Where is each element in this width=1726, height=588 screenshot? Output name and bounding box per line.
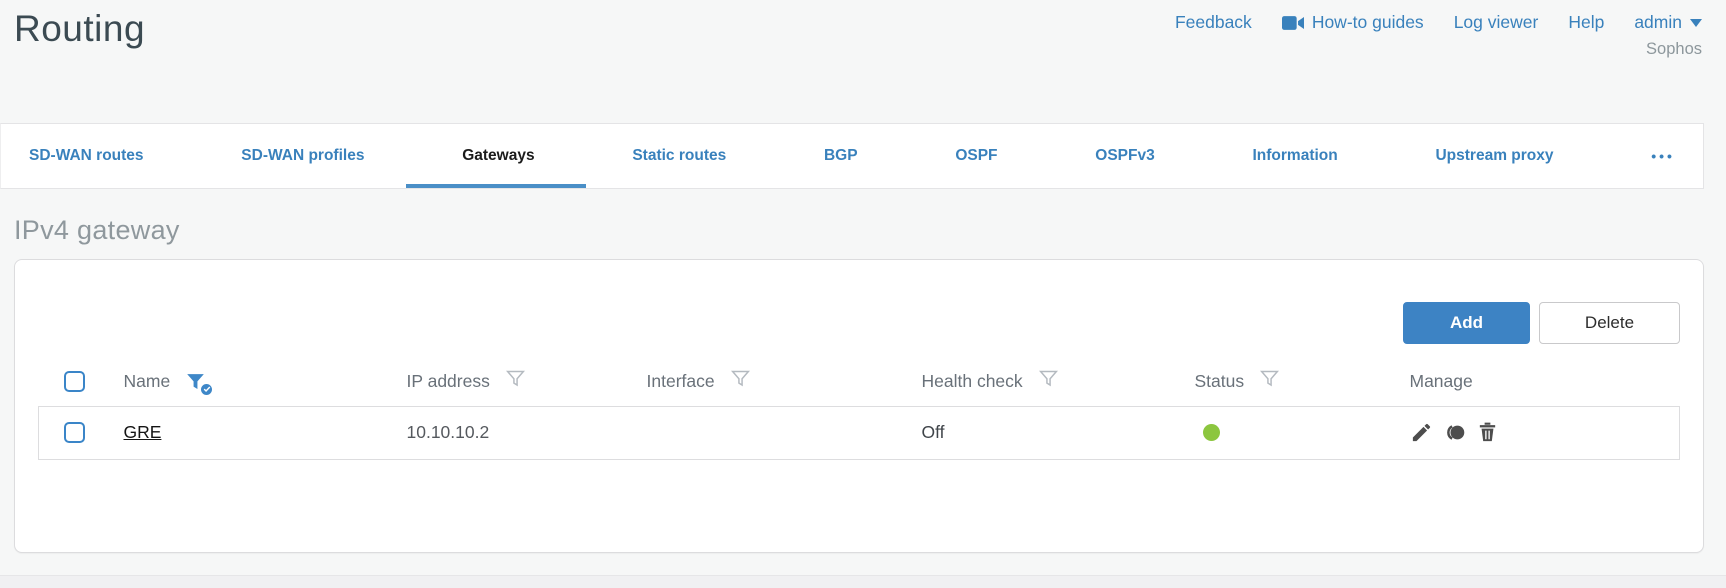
filter-check-badge [200,382,214,396]
how-to-guides-label: How-to guides [1311,12,1424,32]
gateway-ip-address: 10.10.10.2 [406,406,647,459]
brand-label: Sophos [1646,40,1702,58]
tab-sd-wan-routes[interactable]: SD-WAN routes [15,124,158,188]
manage-actions [1410,421,1680,444]
tab-information[interactable]: Information [1238,124,1351,188]
log-viewer-label: Log viewer [1453,12,1539,32]
admin-menu[interactable]: admin [1634,12,1702,33]
gateway-table: Name IP address Interface Health check S… [38,357,1680,460]
tab-upstream-proxy[interactable]: Upstream proxy [1421,124,1567,188]
toolbar: Add Delete [38,302,1680,344]
tab-overflow-menu[interactable]: ••• [1637,124,1689,188]
header-right: Feedback How-to guides Log viewer Help a… [1175,6,1702,123]
filter-icon-name-active[interactable] [185,371,214,396]
status-up-indicator [1202,424,1220,441]
clone-icon[interactable] [1442,421,1467,444]
tab-sd-wan-profiles[interactable]: SD-WAN profiles [227,124,378,188]
filter-icon-status[interactable] [1259,368,1280,394]
gateway-panel: Add Delete Name IP address Interface Hea… [14,259,1704,553]
edit-icon[interactable] [1410,421,1433,444]
filter-icon-interface[interactable] [730,368,751,394]
column-header-ip-address: IP address [406,370,490,391]
footer-strip [0,575,1726,588]
row-checkbox[interactable] [64,422,85,443]
column-header-status: Status [1194,370,1245,391]
video-camera-icon [1281,15,1304,31]
page-title: Routing [14,8,146,49]
feedback-link[interactable]: Feedback [1175,12,1252,33]
table-row: GRE 10.10.10.2 Off [38,406,1680,459]
delete-icon[interactable] [1476,421,1499,444]
help-label: Help [1568,12,1605,32]
how-to-guides-link[interactable]: How-to guides [1281,12,1424,33]
column-header-health-check: Health check [921,370,1023,391]
admin-menu-label: admin [1634,12,1682,32]
top-header: Routing Feedback How-to guides Log viewe… [0,0,1726,123]
filter-icon-health-check[interactable] [1038,368,1059,394]
tab-gateways[interactable]: Gateways [406,124,587,188]
tab-bgp[interactable]: BGP [810,124,872,188]
caret-down-icon [1690,18,1702,27]
tab-ospfv3[interactable]: OSPFv3 [1081,124,1168,188]
select-all-checkbox[interactable] [63,370,85,392]
header-links: Feedback How-to guides Log viewer Help a… [1175,12,1702,33]
gateway-name-link[interactable]: GRE [124,422,162,442]
main-content: IPv4 gateway Add Delete Name IP address … [0,215,1726,553]
table-header-row: Name IP address Interface Health check S… [39,357,1680,406]
filter-icon-ip-address[interactable] [505,368,526,394]
gateway-health-check: Off [921,406,1195,459]
tab-bar: SD-WAN routes SD-WAN profiles Gateways S… [0,123,1704,189]
section-heading: IPv4 gateway [14,215,180,245]
tab-static-routes[interactable]: Static routes [618,124,740,188]
add-button[interactable]: Add [1403,302,1530,344]
help-link[interactable]: Help [1568,12,1604,33]
feedback-link-label: Feedback [1174,12,1252,32]
gateway-interface [646,406,922,459]
log-viewer-link[interactable]: Log viewer [1454,12,1539,33]
tab-ospf[interactable]: OSPF [941,124,1011,188]
delete-button[interactable]: Delete [1539,302,1680,344]
column-header-interface: Interface [646,370,715,391]
column-header-name: Name [123,370,171,391]
column-header-manage: Manage [1409,370,1473,391]
